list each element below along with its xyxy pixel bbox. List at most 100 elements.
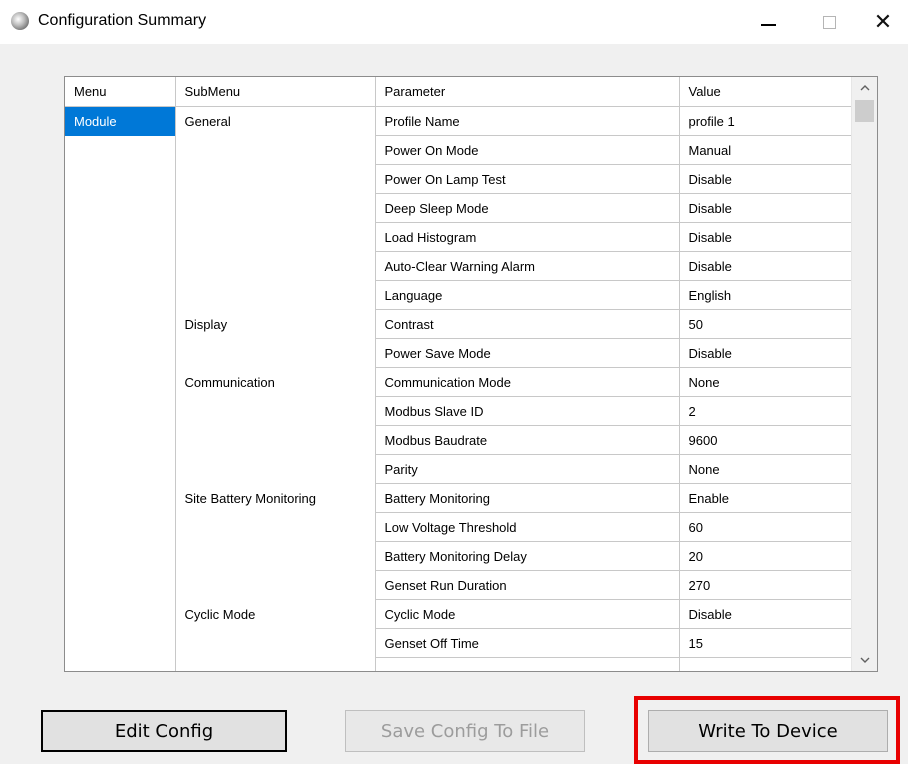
- cell-submenu[interactable]: [175, 251, 376, 281]
- cell-parameter[interactable]: Deep Sleep Mode: [375, 193, 680, 223]
- cell-menu[interactable]: [65, 280, 176, 310]
- cell-submenu[interactable]: General: [175, 106, 376, 136]
- edit-config-button[interactable]: Edit Config: [41, 710, 287, 752]
- cell-menu[interactable]: [65, 367, 176, 397]
- cell-submenu[interactable]: [175, 280, 376, 310]
- cell-parameter[interactable]: Modbus Slave ID: [375, 396, 680, 426]
- table-row[interactable]: [65, 657, 852, 671]
- table-row[interactable]: Language English: [65, 280, 852, 310]
- table-row[interactable]: Site Battery Monitoring Battery Monitorin…: [65, 483, 852, 513]
- cell-value[interactable]: Disable: [679, 251, 852, 281]
- cell-menu[interactable]: [65, 222, 176, 252]
- cell-value[interactable]: 9600: [679, 425, 852, 455]
- cell-value[interactable]: 270: [679, 570, 852, 600]
- cell-value[interactable]: profile 1: [679, 106, 852, 136]
- cell-submenu[interactable]: [175, 338, 376, 368]
- cell-menu[interactable]: [65, 338, 176, 368]
- cell-menu[interactable]: [65, 193, 176, 223]
- cell-value[interactable]: None: [679, 367, 852, 397]
- table-row[interactable]: Parity None: [65, 454, 852, 484]
- cell-parameter[interactable]: Language: [375, 280, 680, 310]
- config-grid[interactable]: Menu SubMenu Parameter Value Module Gener…: [64, 76, 878, 672]
- write-to-device-button[interactable]: Write To Device: [648, 710, 888, 752]
- table-row[interactable]: Communication Communication Mode None: [65, 367, 852, 397]
- cell-menu[interactable]: [65, 309, 176, 339]
- cell-parameter[interactable]: Battery Monitoring Delay: [375, 541, 680, 571]
- cell-value[interactable]: 2: [679, 396, 852, 426]
- cell-menu[interactable]: [65, 541, 176, 571]
- cell-submenu[interactable]: [175, 628, 376, 658]
- cell-menu[interactable]: Module: [65, 106, 176, 136]
- cell-parameter[interactable]: Genset Run Duration: [375, 570, 680, 600]
- table-row[interactable]: Cyclic Mode Cyclic Mode Disable: [65, 599, 852, 629]
- table-row[interactable]: Genset Run Duration 270: [65, 570, 852, 600]
- cell-value[interactable]: Disable: [679, 338, 852, 368]
- cell-submenu[interactable]: [175, 396, 376, 426]
- table-row[interactable]: Modbus Slave ID 2: [65, 396, 852, 426]
- cell-menu[interactable]: [65, 251, 176, 281]
- cell-parameter[interactable]: Modbus Baudrate: [375, 425, 680, 455]
- cell-parameter[interactable]: Contrast: [375, 309, 680, 339]
- cell-submenu[interactable]: [175, 454, 376, 484]
- cell-submenu[interactable]: [175, 657, 376, 671]
- scroll-thumb[interactable]: [855, 100, 874, 122]
- cell-menu[interactable]: [65, 164, 176, 194]
- table-row[interactable]: Deep Sleep Mode Disable: [65, 193, 852, 223]
- cell-value[interactable]: Disable: [679, 164, 852, 194]
- cell-menu[interactable]: [65, 570, 176, 600]
- table-row[interactable]: Modbus Baudrate 9600: [65, 425, 852, 455]
- cell-value[interactable]: [679, 657, 852, 671]
- table-row[interactable]: Power Save Mode Disable: [65, 338, 852, 368]
- scroll-down-button[interactable]: [852, 649, 877, 671]
- cell-submenu[interactable]: [175, 135, 376, 165]
- cell-parameter[interactable]: Cyclic Mode: [375, 599, 680, 629]
- vertical-scrollbar[interactable]: [851, 77, 877, 671]
- cell-submenu[interactable]: [175, 541, 376, 571]
- cell-submenu[interactable]: Communication: [175, 367, 376, 397]
- table-row[interactable]: Low Voltage Threshold 60: [65, 512, 852, 542]
- table-row[interactable]: Battery Monitoring Delay 20: [65, 541, 852, 571]
- cell-parameter[interactable]: Load Histogram: [375, 222, 680, 252]
- cell-submenu[interactable]: Display: [175, 309, 376, 339]
- cell-parameter[interactable]: Power On Lamp Test: [375, 164, 680, 194]
- column-header-value[interactable]: Value: [679, 77, 852, 107]
- cell-value[interactable]: Disable: [679, 222, 852, 252]
- cell-parameter[interactable]: Power On Mode: [375, 135, 680, 165]
- cell-value[interactable]: Disable: [679, 599, 852, 629]
- cell-submenu[interactable]: [175, 164, 376, 194]
- cell-parameter[interactable]: [375, 657, 680, 671]
- cell-value[interactable]: 20: [679, 541, 852, 571]
- cell-submenu[interactable]: [175, 512, 376, 542]
- cell-value[interactable]: English: [679, 280, 852, 310]
- cell-parameter[interactable]: Low Voltage Threshold: [375, 512, 680, 542]
- table-row[interactable]: Auto-Clear Warning Alarm Disable: [65, 251, 852, 281]
- cell-menu[interactable]: [65, 512, 176, 542]
- column-header-submenu[interactable]: SubMenu: [175, 77, 376, 107]
- cell-value[interactable]: None: [679, 454, 852, 484]
- cell-value[interactable]: Enable: [679, 483, 852, 513]
- cell-menu[interactable]: [65, 396, 176, 426]
- cell-parameter[interactable]: Communication Mode: [375, 367, 680, 397]
- table-row[interactable]: Load Histogram Disable: [65, 222, 852, 252]
- cell-parameter[interactable]: Power Save Mode: [375, 338, 680, 368]
- cell-submenu[interactable]: [175, 425, 376, 455]
- close-button[interactable]: ✕: [860, 0, 906, 44]
- column-header-menu[interactable]: Menu: [65, 77, 176, 107]
- table-row[interactable]: Genset Off Time 15: [65, 628, 852, 658]
- cell-submenu[interactable]: [175, 570, 376, 600]
- minimize-button[interactable]: [745, 0, 791, 44]
- cell-value[interactable]: Disable: [679, 193, 852, 223]
- cell-menu[interactable]: [65, 454, 176, 484]
- table-row[interactable]: Display Contrast 50: [65, 309, 852, 339]
- cell-submenu[interactable]: [175, 193, 376, 223]
- cell-menu[interactable]: [65, 628, 176, 658]
- cell-parameter[interactable]: Auto-Clear Warning Alarm: [375, 251, 680, 281]
- table-row[interactable]: Module General Profile Name profile 1: [65, 106, 852, 136]
- cell-menu[interactable]: [65, 135, 176, 165]
- column-header-parameter[interactable]: Parameter: [375, 77, 680, 107]
- cell-parameter[interactable]: Battery Monitoring: [375, 483, 680, 513]
- scroll-up-button[interactable]: [852, 77, 877, 99]
- table-row[interactable]: Power On Mode Manual: [65, 135, 852, 165]
- cell-menu[interactable]: [65, 483, 176, 513]
- table-row[interactable]: Power On Lamp Test Disable: [65, 164, 852, 194]
